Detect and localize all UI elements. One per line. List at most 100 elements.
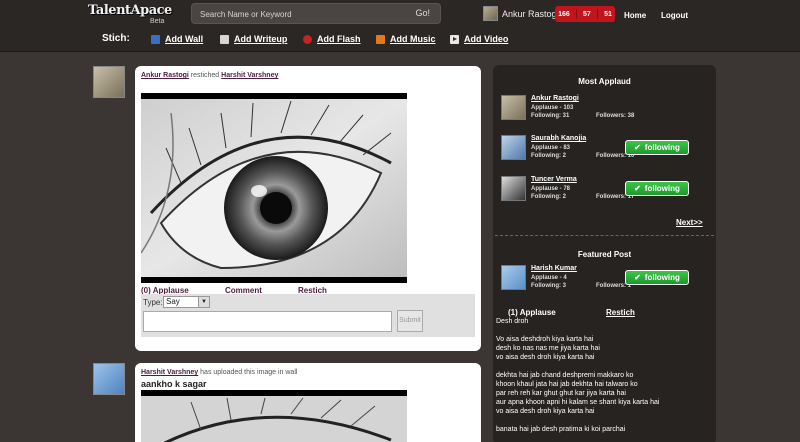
eye-drawing xyxy=(141,396,407,442)
post-line: Desh droh xyxy=(496,318,529,325)
add-flash-link[interactable]: Add Flash xyxy=(317,34,361,44)
post-line xyxy=(496,326,711,335)
logo-text: TalentApace xyxy=(88,3,172,18)
comment-input[interactable] xyxy=(143,311,392,332)
feed-title: aankho k sagar xyxy=(141,379,207,389)
add-music-link[interactable]: Add Music xyxy=(390,34,436,44)
feed-avatar[interactable] xyxy=(93,66,125,98)
post-line: dekhta hai jab chand deshpremi makkaro k… xyxy=(496,372,634,379)
following-label: following xyxy=(644,273,680,282)
post-restich-link[interactable]: Restich xyxy=(606,308,635,317)
add-writeup-item[interactable]: Add Writeup xyxy=(220,33,287,45)
feed-header: Ankur Rastogi restiched Harshit Varshney xyxy=(141,72,278,79)
site-logo[interactable]: TalentApace Beta xyxy=(88,3,172,25)
post-line: banata hai jab desh pratima ki koi parch… xyxy=(496,426,626,433)
stich-label: Stich: xyxy=(102,33,130,44)
add-writeup-link[interactable]: Add Writeup xyxy=(234,34,287,44)
feed-user-link[interactable]: Ankur Rastogi xyxy=(141,72,189,79)
following-button[interactable]: ✔ following xyxy=(625,140,689,155)
search-input[interactable] xyxy=(200,8,400,20)
person-following: Following: 2 xyxy=(531,153,566,159)
featured-person: Harish Kumar Applause - 4 Following: 3 F… xyxy=(501,265,711,295)
feed-card: Ankur Rastogi restiched Harshit Varshney xyxy=(135,66,481,351)
type-select[interactable]: Say ▼ xyxy=(163,296,210,308)
person-applause: Applause - 78 xyxy=(531,186,571,192)
person-following: Following: 3 xyxy=(531,283,566,289)
feed-action-text: restiched xyxy=(190,72,220,79)
feed-image[interactable] xyxy=(141,93,407,283)
type-label: Type: xyxy=(143,298,163,307)
feed-target-link[interactable]: Harshit Varshney xyxy=(221,72,278,79)
logout-link[interactable]: Logout xyxy=(661,11,688,20)
post-line: khoon khaul jata hai jab dekhta hai talw… xyxy=(496,381,638,388)
person-avatar[interactable] xyxy=(501,176,526,201)
feed-card: Harshit Varshney has uploaded this image… xyxy=(135,363,481,442)
add-video-item[interactable]: Add Video xyxy=(450,33,508,45)
chevron-down-icon: ▼ xyxy=(198,297,209,307)
add-music-item[interactable]: Add Music xyxy=(376,33,436,45)
flash-icon xyxy=(303,34,312,44)
add-video-link[interactable]: Add Video xyxy=(464,34,508,44)
person-following: Following: 2 xyxy=(531,194,566,200)
add-wall-item[interactable]: Add Wall xyxy=(151,33,203,45)
following-button[interactable]: ✔ following xyxy=(625,270,689,285)
next-link[interactable]: Next>> xyxy=(676,218,703,227)
following-label: following xyxy=(644,143,680,152)
add-flash-item[interactable]: Add Flash xyxy=(303,33,361,45)
applaud-person: Saurabh Kanojia Applause - 83 Following:… xyxy=(501,135,711,165)
person-applause: Applause - 83 xyxy=(531,145,571,151)
video-icon xyxy=(450,34,459,44)
counter-2[interactable]: 57 xyxy=(583,11,591,18)
following-button[interactable]: ✔ following xyxy=(625,181,689,196)
top-bar: TalentApace Beta Go! Ankur Rastogi 166 5… xyxy=(0,0,800,52)
go-button[interactable]: Go! xyxy=(415,8,430,18)
applaud-person: Tuncer Verma Applause - 78 Following: 2 … xyxy=(501,176,711,206)
counter-1[interactable]: 166 xyxy=(558,11,570,18)
most-applaud-title: Most Applaud xyxy=(578,77,631,86)
post-line xyxy=(496,362,711,371)
person-name[interactable]: Harish Kumar xyxy=(531,265,577,272)
submit-button[interactable]: Submit xyxy=(397,310,423,332)
feed-user-link[interactable]: Harshit Varshney xyxy=(141,369,198,376)
post-line xyxy=(496,416,711,425)
feed-action-text: has uploaded this image in wall xyxy=(200,369,298,376)
user-avatar xyxy=(483,6,498,21)
home-link[interactable]: Home xyxy=(624,11,646,20)
feed-image[interactable] xyxy=(141,390,407,442)
feed-avatar[interactable] xyxy=(93,363,125,395)
user-name: Ankur Rastogi xyxy=(502,9,559,19)
writeup-icon xyxy=(220,34,229,44)
person-avatar[interactable] xyxy=(501,95,526,120)
sidebar: Most Applaud Ankur Rastogi Applause - 10… xyxy=(493,65,716,442)
beta-label: Beta xyxy=(150,18,165,25)
wall-icon xyxy=(151,34,160,44)
feed-header: Harshit Varshney has uploaded this image… xyxy=(141,369,297,376)
eye-drawing xyxy=(141,99,407,277)
person-name[interactable]: Saurabh Kanojia xyxy=(531,135,586,142)
notification-counters: 166 57 51 xyxy=(555,6,615,22)
post-line: Vo aisa deshdroh kiya karta hai xyxy=(496,336,594,343)
post-line: vo aisa desh droh kiya karta hai xyxy=(496,408,595,415)
add-wall-link[interactable]: Add Wall xyxy=(165,34,203,44)
post-applause-link[interactable]: (1) Applause xyxy=(508,308,556,317)
person-applause: Applause - 4 xyxy=(531,275,567,281)
applaud-person: Ankur Rastogi Applause - 103 Following: … xyxy=(501,95,711,125)
comment-box: Type: Say ▼ Submit xyxy=(141,294,475,337)
post-line: par reh reh kar ghut ghut kar jiya karta… xyxy=(496,390,626,397)
person-name[interactable]: Tuncer Verma xyxy=(531,176,577,183)
person-avatar[interactable] xyxy=(501,265,526,290)
counter-3[interactable]: 51 xyxy=(604,11,612,18)
person-name[interactable]: Ankur Rastogi xyxy=(531,95,579,102)
person-followers: Followers: 38 xyxy=(596,113,635,119)
type-select-value: Say xyxy=(166,297,180,306)
person-avatar[interactable] xyxy=(501,135,526,160)
person-following: Following: 31 xyxy=(531,113,570,119)
search-bar: Go! xyxy=(191,3,441,24)
divider xyxy=(495,235,714,236)
featured-post-title: Featured Post xyxy=(577,250,632,259)
check-icon: ✔ xyxy=(634,273,641,282)
following-label: following xyxy=(644,184,680,193)
check-icon: ✔ xyxy=(634,143,641,152)
post-line: desh ko nas nas me jiya karta hai xyxy=(496,345,600,352)
post-text: Desh droh Vo aisa deshdroh kiya karta ha… xyxy=(496,317,711,434)
